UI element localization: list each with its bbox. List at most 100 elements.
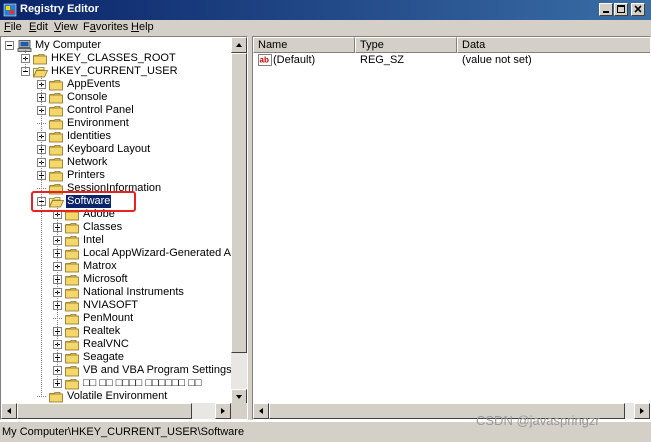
folder-icon [49, 118, 64, 130]
tree-node-label: Realtek [83, 325, 121, 337]
folder-icon [65, 301, 79, 312]
hscroll-thumb[interactable] [17, 403, 192, 419]
tree-node-label: AppEvents [67, 78, 121, 90]
folder-icon [65, 365, 80, 377]
tree-node[interactable]: Matrox [1, 260, 233, 273]
folder-icon [65, 222, 80, 234]
scroll-thumb[interactable] [231, 53, 247, 353]
folder-icon [65, 235, 80, 247]
tree-horizontal-scrollbar[interactable] [1, 403, 231, 419]
folder-icon [49, 132, 63, 143]
folder-icon [65, 313, 80, 325]
folder-icon [65, 379, 79, 390]
string-value-icon: ab [258, 54, 272, 66]
menu-help-rest: elp [138, 21, 154, 33]
tree-node[interactable]: Console [1, 91, 233, 104]
scroll-up-button[interactable] [231, 37, 247, 53]
folder-icon [65, 223, 79, 234]
tree-node[interactable]: □□ □□ □□□□ □□□□□□ □□ [1, 377, 233, 390]
tree-pane[interactable]: My Computer HKEY_CLASSES_ROOT HKEY_CURRENT… [0, 36, 248, 420]
menu-file[interactable]: File [4, 21, 22, 33]
tree-node-label: PenMount [83, 312, 134, 324]
tree-node-label: My Computer [35, 39, 102, 51]
tree-node[interactable]: HKEY_CLASSES_ROOT [1, 52, 233, 65]
tree-node[interactable]: Network [1, 156, 233, 169]
watermark: CSDN @javaspringzr [476, 413, 600, 428]
tree-connector [37, 396, 46, 397]
menu-help[interactable]: Help [131, 21, 154, 33]
tree-connector-level2 [41, 76, 42, 396]
column-header-type[interactable]: Type [355, 37, 457, 53]
menu-favorites[interactable]: Favorites [83, 21, 128, 33]
menu-view[interactable]: View [54, 21, 78, 33]
tree-node[interactable]: Seagate [1, 351, 233, 364]
svg-text:ab: ab [260, 56, 269, 65]
tree-node[interactable]: VB and VBA Program Settings [1, 364, 233, 377]
folder-icon [49, 80, 63, 91]
tree-node[interactable]: Microsoft [1, 273, 233, 286]
folder-icon [65, 262, 79, 273]
scroll-left-button[interactable] [1, 403, 17, 419]
tree-vertical-scrollbar[interactable] [231, 37, 247, 405]
maximize-icon [617, 5, 625, 13]
close-icon [634, 5, 642, 13]
tree-node[interactable]: AppEvents [1, 78, 233, 91]
values-scroll-left-button[interactable] [253, 403, 269, 419]
tree-node-label: Environment [67, 117, 129, 129]
folder-icon [65, 261, 80, 273]
tree-node[interactable]: National Instruments [1, 286, 233, 299]
value-data: (value not set) [462, 54, 532, 66]
menu-favorites-rest: vorites [95, 21, 129, 33]
folder-icon [65, 249, 79, 260]
tree-node[interactable]: My Computer [1, 39, 233, 52]
menu-bar: File Edit View Favorites Help [0, 20, 651, 36]
tree-node-label: Console [67, 91, 108, 103]
folder-icon [49, 131, 64, 143]
tree-node-label: Identities [67, 130, 112, 142]
folder-icon [65, 274, 80, 286]
minimize-button[interactable] [599, 3, 613, 16]
tree-node[interactable]: Intel [1, 234, 233, 247]
tree-node[interactable]: Identities [1, 130, 233, 143]
tree-node[interactable]: PenMount [1, 312, 233, 325]
folder-icon [65, 339, 80, 351]
folder-icon [65, 352, 80, 364]
tree-node-label: Intel [83, 234, 104, 246]
folder-icon [65, 288, 79, 299]
value-type: REG_SZ [360, 54, 405, 66]
folder-icon [65, 275, 79, 286]
tree-node[interactable]: RealVNC [1, 338, 233, 351]
values-pane[interactable]: Name Type Data ab (Default) REG_SZ (valu… [252, 36, 651, 420]
folder-icon [33, 54, 47, 65]
scroll-right-button[interactable] [215, 403, 231, 419]
menu-edit[interactable]: Edit [29, 21, 48, 33]
tree-node-label: National Instruments [83, 286, 184, 298]
folder-icon [65, 366, 79, 377]
tree-node[interactable]: Environment [1, 117, 233, 130]
tree-node[interactable]: Control Panel [1, 104, 233, 117]
tree-node[interactable]: NVIASOFT [1, 299, 233, 312]
folder-icon [65, 300, 80, 312]
tree-node-label: VB and VBA Program Settings [83, 364, 232, 376]
tree-node[interactable]: Volatile Environment [1, 390, 233, 403]
column-header-data[interactable]: Data [457, 37, 650, 53]
tree-node[interactable]: Printers [1, 169, 233, 182]
tree-node[interactable]: Classes [1, 221, 233, 234]
folder-icon [65, 340, 79, 351]
close-button[interactable] [631, 3, 645, 16]
tree-node[interactable]: Realtek [1, 325, 233, 338]
maximize-button[interactable] [614, 3, 628, 16]
value-row[interactable]: ab (Default) REG_SZ (value not set) [253, 53, 648, 67]
tree-node-label: Control Panel [67, 104, 134, 116]
menu-edit-rest: dit [36, 21, 48, 33]
tree-node[interactable]: Keyboard Layout [1, 143, 233, 156]
column-header-name[interactable]: Name [253, 37, 355, 53]
values-scroll-right-button[interactable] [634, 403, 650, 419]
folder-icon [33, 53, 48, 65]
tree-node[interactable]: HKEY_CURRENT_USER [1, 65, 233, 78]
collapse-minus-icon[interactable] [5, 41, 14, 50]
tree-node[interactable]: Local AppWizard-Generated Applicat [1, 247, 247, 260]
arrow-left-icon [259, 408, 263, 414]
tree-node-label: Network [67, 156, 108, 168]
tree-node-label: Printers [67, 169, 105, 181]
